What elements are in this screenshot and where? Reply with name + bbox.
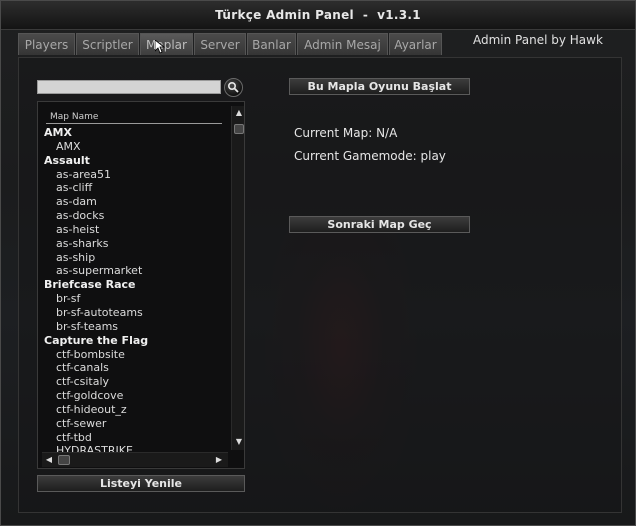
map-list-item[interactable]: br-sf-teams [44, 320, 230, 334]
map-list-item[interactable]: ctf-bombsite [44, 348, 230, 362]
vertical-scrollbar[interactable]: ▲ ▼ [231, 106, 244, 450]
map-list-item[interactable]: ctf-tbd [44, 431, 230, 445]
map-search-input[interactable] [37, 80, 221, 94]
search-icon [227, 81, 239, 93]
map-list-item[interactable]: br-sf-autoteams [44, 306, 230, 320]
mouse-cursor-icon [155, 40, 165, 54]
map-list-item[interactable]: ctf-hideout_z [44, 403, 230, 417]
refresh-list-button[interactable]: Listeyi Yenile [37, 475, 245, 492]
map-list-item[interactable]: ctf-csitaly [44, 375, 230, 389]
map-group-header[interactable]: Assault [44, 154, 230, 168]
window-titlebar[interactable]: Türkçe Admin Panel - v1.3.1 [1, 1, 635, 30]
next-map-button[interactable]: Sonraki Map Geç [289, 216, 470, 233]
map-list-item[interactable]: as-sharks [44, 237, 230, 251]
search-button[interactable] [224, 78, 243, 97]
vertical-scroll-thumb[interactable] [234, 124, 244, 134]
map-list-item[interactable]: AMX [44, 140, 230, 154]
scroll-right-arrow-icon[interactable]: ▶ [214, 455, 224, 465]
tab-admin-mesaj[interactable]: Admin Mesaj [297, 33, 388, 55]
map-list-body: AMX AMX Assault as-area51 as-cliff as-dam as-d… [44, 126, 230, 452]
map-list-item[interactable]: as-docks [44, 209, 230, 223]
tab-scriptler[interactable]: Scriptler [76, 33, 139, 55]
credit-text: Admin Panel by Hawk [473, 33, 603, 47]
map-list-item[interactable]: as-heist [44, 223, 230, 237]
map-list-item[interactable]: ctf-goldcove [44, 389, 230, 403]
current-gamemode-text: Current Gamemode: play [294, 149, 446, 163]
scroll-up-arrow-icon[interactable]: ▲ [234, 108, 244, 118]
map-list-item[interactable]: as-area51 [44, 168, 230, 182]
map-list-item[interactable]: ctf-sewer [44, 417, 230, 431]
tab-banlar[interactable]: Banlar [247, 33, 296, 55]
map-group-header[interactable]: Capture the Flag [44, 334, 230, 348]
tab-players[interactable]: Players [18, 33, 75, 55]
map-list-item[interactable]: as-cliff [44, 181, 230, 195]
tab-maplar[interactable]: Maplar [140, 33, 193, 55]
admin-panel-window: Türkçe Admin Panel - v1.3.1 Players Scri… [0, 0, 636, 526]
map-list-item[interactable]: as-ship [44, 251, 230, 265]
tab-ayarlar[interactable]: Ayarlar [389, 33, 442, 55]
start-map-button[interactable]: Bu Mapla Oyunu Başlat [289, 78, 470, 95]
current-map-text: Current Map: N/A [294, 126, 398, 140]
map-name-column-header[interactable]: Map Name [46, 110, 222, 124]
horizontal-scrollbar[interactable]: ◀ ▶ [42, 452, 228, 467]
scroll-left-arrow-icon[interactable]: ◀ [44, 455, 54, 465]
horizontal-scroll-thumb[interactable] [58, 455, 70, 465]
map-list-item[interactable]: br-sf [44, 292, 230, 306]
tab-server[interactable]: Server [194, 33, 246, 55]
map-list-item[interactable]: as-supermarket [44, 264, 230, 278]
map-list-item[interactable]: as-dam [44, 195, 230, 209]
map-group-header[interactable]: AMX [44, 126, 230, 140]
map-group-header[interactable]: Briefcase Race [44, 278, 230, 292]
map-list-item[interactable]: ctf-canals [44, 361, 230, 375]
window-title: Türkçe Admin Panel - v1.3.1 [215, 8, 421, 22]
map-list[interactable]: Map Name AMX AMX Assault as-area51 as-cliff a… [37, 101, 245, 469]
scroll-down-arrow-icon[interactable]: ▼ [234, 437, 244, 447]
map-list-item[interactable]: HYDRASTRIKE [44, 444, 230, 452]
